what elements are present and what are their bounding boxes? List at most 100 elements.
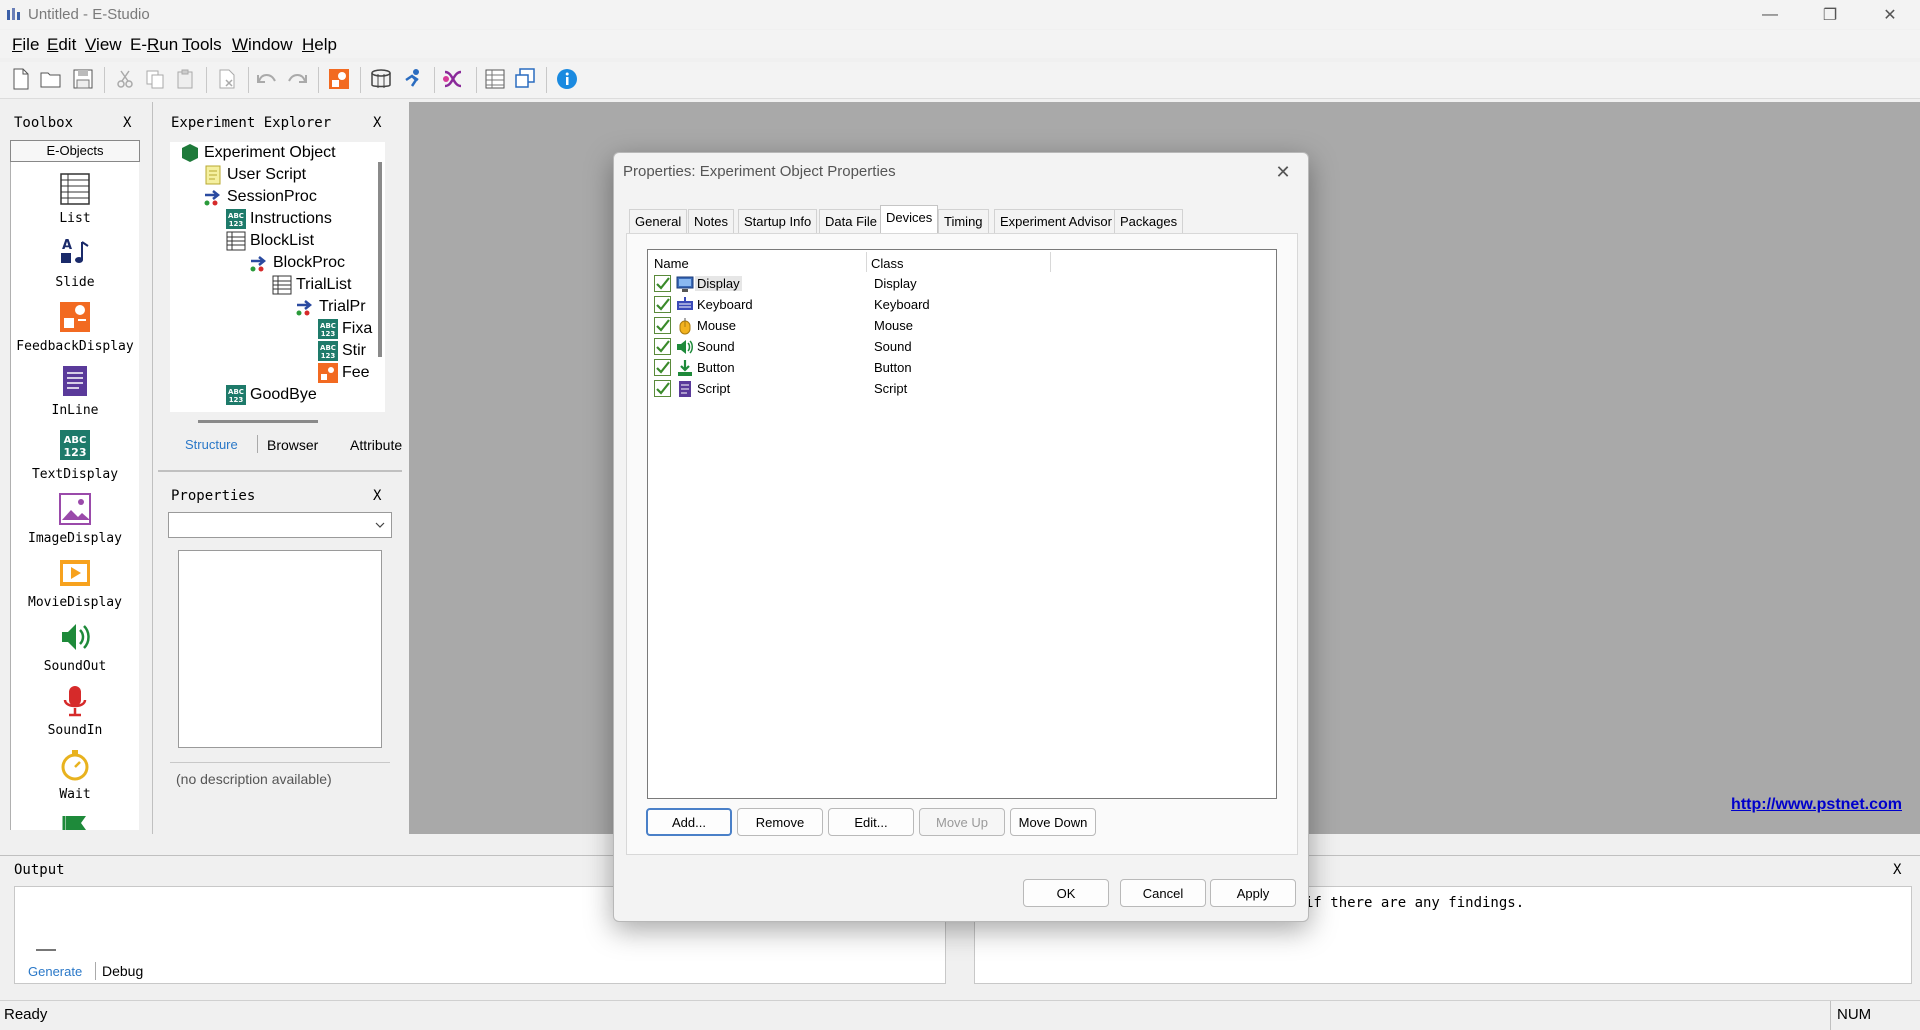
toolbox-item-inline[interactable]: InLine bbox=[11, 364, 139, 418]
checkbox-icon[interactable] bbox=[654, 317, 671, 334]
tab-attributes[interactable]: Attribute bbox=[350, 437, 402, 453]
tree-node-session-proc[interactable]: SessionProc bbox=[203, 186, 317, 208]
checkbox-icon[interactable] bbox=[654, 296, 671, 313]
checkbox-icon[interactable] bbox=[654, 359, 671, 376]
output-scrollbar[interactable] bbox=[36, 949, 56, 951]
toolbox-item-wait[interactable]: Wait bbox=[11, 748, 139, 802]
e-objects-tab[interactable]: E-Objects bbox=[10, 140, 140, 162]
restore-button[interactable]: ❐ bbox=[1800, 0, 1860, 29]
ok-button[interactable]: OK bbox=[1023, 879, 1109, 907]
paste-icon[interactable] bbox=[172, 66, 198, 92]
tree-node-feedback[interactable]: Fee bbox=[318, 362, 370, 384]
tab-generate[interactable]: Generate bbox=[28, 964, 82, 979]
undo-icon[interactable] bbox=[254, 66, 280, 92]
toolbox-item-image-display[interactable]: ImageDisplay bbox=[11, 492, 139, 546]
dialog-title: Properties: Experiment Object Properties bbox=[623, 163, 896, 180]
menu-view[interactable]: View bbox=[85, 35, 122, 55]
apply-button[interactable]: Apply bbox=[1210, 879, 1296, 907]
device-row-display[interactable]: Display Display bbox=[652, 274, 1252, 294]
properties-object-dropdown[interactable] bbox=[168, 512, 392, 538]
tab-notes[interactable]: Notes bbox=[688, 209, 734, 234]
tree-node-stimulus[interactable]: ABC 123 Stir bbox=[318, 340, 366, 362]
device-row-script[interactable]: Script Script bbox=[652, 379, 1252, 399]
toolbox-item-sound-in[interactable]: SoundIn bbox=[11, 684, 139, 738]
windows-icon[interactable] bbox=[512, 66, 538, 92]
checkbox-icon[interactable] bbox=[654, 380, 671, 397]
tree-node-experiment-object[interactable]: Experiment Object bbox=[180, 142, 336, 164]
toolbox-item-sound-out[interactable]: SoundOut bbox=[11, 620, 139, 674]
properties-grid[interactable] bbox=[178, 550, 382, 748]
menu-window[interactable]: Window bbox=[232, 35, 292, 55]
tab-browser[interactable]: Browser bbox=[267, 437, 318, 453]
devices-list: Name Class Display Display Keyboard Keyb… bbox=[647, 249, 1277, 799]
menu-help[interactable]: Help bbox=[302, 35, 337, 55]
cancel-button[interactable]: Cancel bbox=[1120, 879, 1206, 907]
toolbox-close-button[interactable]: X bbox=[123, 115, 131, 131]
device-row-keyboard[interactable]: Keyboard Keyboard bbox=[652, 295, 1252, 315]
menu-tools[interactable]: Tools bbox=[182, 35, 222, 55]
move-down-button[interactable]: Move Down bbox=[1010, 808, 1096, 836]
tree-node-goodbye[interactable]: ABC 123 GoodBye bbox=[226, 384, 317, 406]
tree-node-trial-list[interactable]: TrialList bbox=[272, 274, 351, 296]
save-icon[interactable] bbox=[70, 66, 96, 92]
column-header-name[interactable]: Name bbox=[654, 256, 689, 271]
copy-icon[interactable] bbox=[142, 66, 168, 92]
text-display-icon: ABC123 bbox=[318, 319, 338, 339]
toolbox-item-slide[interactable]: A Slide bbox=[11, 236, 139, 290]
explorer-close-button[interactable]: X bbox=[373, 115, 381, 131]
menu-erun[interactable]: E-Run bbox=[130, 35, 178, 55]
feedback-icon[interactable] bbox=[326, 66, 352, 92]
delete-icon[interactable] bbox=[214, 66, 240, 92]
tree-node-trial-proc[interactable]: TrialPr bbox=[295, 296, 366, 318]
device-row-mouse[interactable]: Mouse Mouse bbox=[652, 316, 1252, 336]
pstnet-link[interactable]: http://www.pstnet.com bbox=[1731, 796, 1902, 814]
tab-timing[interactable]: Timing bbox=[938, 209, 989, 234]
grid-icon[interactable] bbox=[482, 66, 508, 92]
close-window-button[interactable]: ✕ bbox=[1860, 0, 1920, 29]
cut-icon[interactable] bbox=[112, 66, 138, 92]
toolbox-item-movie-display[interactable]: MovieDisplay bbox=[11, 556, 139, 610]
toolbox-item-text-display[interactable]: ABC 123 TextDisplay bbox=[11, 428, 139, 482]
toolbox-item-list[interactable]: List bbox=[11, 172, 139, 226]
tab-startup-info[interactable]: Startup Info bbox=[738, 209, 818, 234]
tree-node-instructions[interactable]: ABC 123 Instructions bbox=[226, 208, 332, 230]
tab-packages[interactable]: Packages bbox=[1114, 209, 1184, 234]
checkbox-icon[interactable] bbox=[654, 275, 671, 292]
device-row-button[interactable]: Button Button bbox=[652, 358, 1252, 378]
tree-node-fixation[interactable]: ABC 123 Fixa bbox=[318, 318, 372, 340]
properties-description: (no description available) bbox=[170, 762, 390, 834]
tab-general[interactable]: General bbox=[629, 209, 688, 234]
edit-device-button[interactable]: Edit... bbox=[828, 808, 914, 836]
tree-node-block-proc[interactable]: BlockProc bbox=[249, 252, 345, 274]
move-up-button[interactable]: Move Up bbox=[919, 808, 1005, 836]
menu-file[interactable]: File bbox=[12, 35, 39, 55]
compile-icon[interactable] bbox=[368, 66, 394, 92]
run-icon[interactable] bbox=[400, 66, 426, 92]
device-row-sound[interactable]: Sound Sound bbox=[652, 337, 1252, 357]
menu-edit[interactable]: Edit bbox=[47, 35, 76, 55]
checkbox-icon[interactable] bbox=[654, 338, 671, 355]
merge-icon[interactable] bbox=[440, 66, 466, 92]
new-file-icon[interactable] bbox=[8, 66, 34, 92]
toolbox-item-more[interactable] bbox=[11, 812, 139, 830]
tab-structure[interactable]: Structure bbox=[185, 437, 238, 452]
minimize-button[interactable]: — bbox=[1740, 0, 1800, 29]
toolbox-item-feedback-display[interactable]: FeedbackDisplay bbox=[11, 300, 139, 354]
tab-devices[interactable]: Devices bbox=[880, 205, 939, 234]
dialog-close-button[interactable]: ✕ bbox=[1268, 157, 1298, 187]
add-device-button[interactable]: Add... bbox=[646, 808, 732, 836]
open-folder-icon[interactable] bbox=[38, 66, 64, 92]
remove-device-button[interactable]: Remove bbox=[737, 808, 823, 836]
column-header-class[interactable]: Class bbox=[871, 256, 904, 271]
tree-node-user-script[interactable]: User Script bbox=[203, 164, 306, 186]
tree-vertical-scrollbar[interactable] bbox=[378, 162, 382, 357]
info-icon[interactable] bbox=[554, 66, 580, 92]
tab-experiment-advisor[interactable]: Experiment Advisor bbox=[994, 209, 1118, 234]
properties-close-button[interactable]: X bbox=[373, 488, 381, 504]
redo-icon[interactable] bbox=[284, 66, 310, 92]
tab-debug[interactable]: Debug bbox=[102, 963, 143, 979]
advisor-close-button[interactable]: X bbox=[1893, 862, 1901, 878]
tab-data-file[interactable]: Data File bbox=[819, 209, 884, 234]
tree-horizontal-scrollbar[interactable] bbox=[198, 420, 318, 423]
tree-node-block-list[interactable]: BlockList bbox=[226, 230, 314, 252]
